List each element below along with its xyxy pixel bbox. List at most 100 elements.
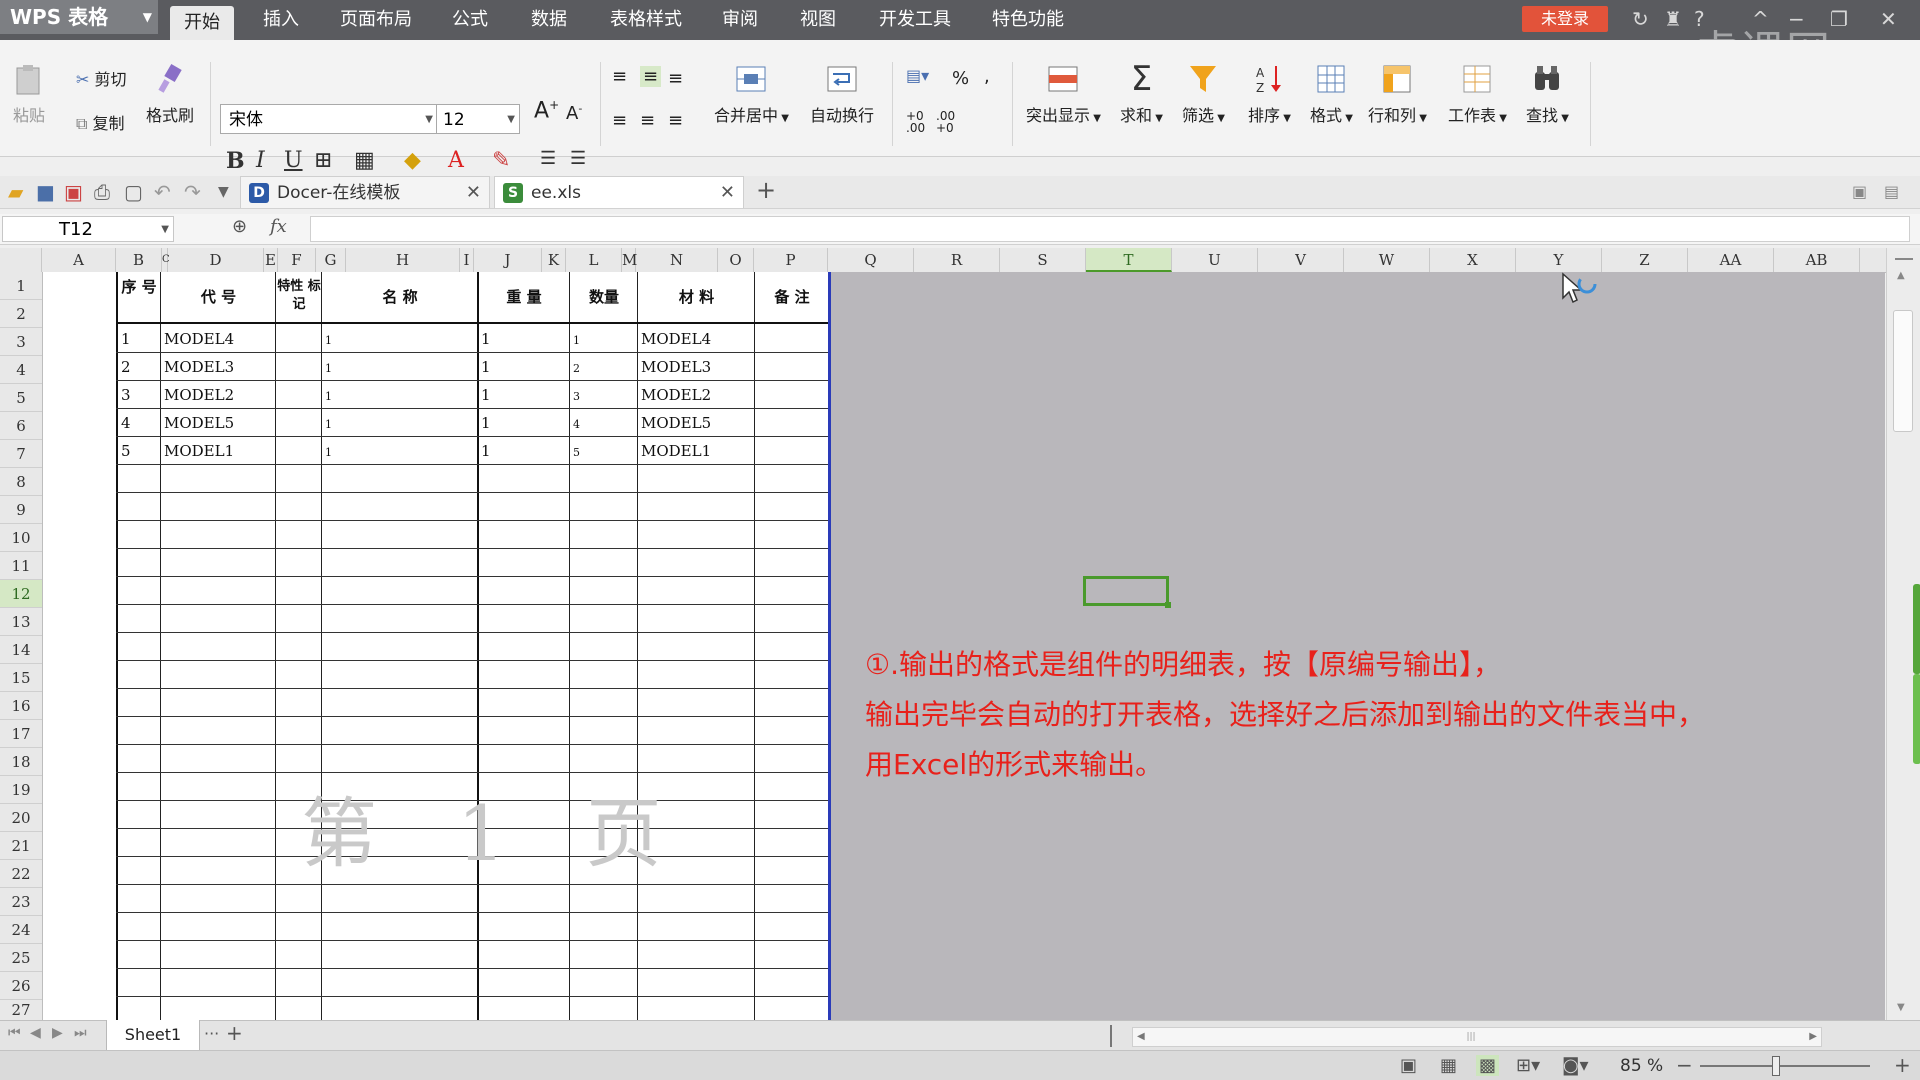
zoom-out-icon[interactable]: − [1676, 1053, 1693, 1077]
align-bottom-icon[interactable]: ≡ [668, 68, 683, 89]
filter-button[interactable]: 筛选 ▼ [1182, 62, 1225, 126]
column-header[interactable]: S [1000, 248, 1086, 272]
copy-button[interactable]: ⧉ 复制 [76, 110, 125, 134]
horizontal-scroll-thumb[interactable]: ||| [1451, 1031, 1491, 1043]
percent-button[interactable]: % [952, 68, 969, 89]
zoom-slider-knob[interactable] [1772, 1056, 1780, 1076]
row-header[interactable]: 2 [0, 300, 42, 328]
chevron-down-icon[interactable]: ▼ [218, 184, 229, 200]
row-header[interactable]: 27 [0, 1000, 42, 1020]
row-header[interactable]: 7 [0, 440, 42, 468]
column-header[interactable]: D [168, 248, 264, 272]
wrap-text-button[interactable]: 自动换行 [810, 62, 874, 126]
fill-color-icon[interactable]: ◆ [404, 148, 421, 173]
cell-weight[interactable]: 1 [481, 330, 491, 348]
cell-name[interactable]: 1 [325, 446, 332, 459]
tab-menu-icon[interactable]: ▤ [1884, 182, 1899, 201]
row-header[interactable]: 14 [0, 636, 42, 664]
indent-increase-icon[interactable]: ☰ [570, 148, 586, 169]
row-header[interactable]: 17 [0, 720, 42, 748]
column-header[interactable]: AA [1688, 248, 1774, 272]
column-header[interactable]: M [622, 248, 637, 272]
column-header[interactable]: AB [1774, 248, 1860, 272]
cell-code[interactable]: MODEL2 [164, 386, 234, 404]
first-sheet-icon[interactable]: ⏮ [8, 1025, 21, 1041]
align-left-icon[interactable]: ≡ [612, 110, 627, 131]
page-layout-view-icon[interactable]: ▦ [1440, 1055, 1457, 1076]
sheet-tab-sheet1[interactable]: Sheet1 [106, 1020, 200, 1051]
function-icon[interactable]: fx [270, 216, 287, 237]
menu-tab-page-layout[interactable]: 页面布局 [340, 0, 412, 40]
cell-name[interactable]: 1 [325, 418, 332, 431]
normal-view-icon[interactable]: ▣ [1400, 1055, 1417, 1076]
close-icon[interactable]: ✕ [720, 177, 735, 209]
decrease-decimal-icon[interactable]: .00 +0 [936, 110, 955, 134]
active-cell-T12[interactable] [1083, 576, 1171, 608]
refresh-icon[interactable]: ↻ [1632, 6, 1649, 32]
cell-material[interactable]: MODEL2 [641, 386, 711, 404]
column-header[interactable]: K [542, 248, 566, 272]
paste-button[interactable]: 粘贴 [12, 62, 46, 126]
column-header[interactable]: Q [828, 248, 914, 272]
cell-style-icon[interactable]: ▦ [354, 148, 375, 173]
reading-mode-icon[interactable]: ◙▾ [1562, 1055, 1589, 1076]
cell-qty[interactable]: 1 [573, 334, 580, 347]
window-mode-icon[interactable]: ▣ [1852, 182, 1867, 201]
row-header[interactable]: 23 [0, 888, 42, 916]
close-icon[interactable]: ✕ [466, 177, 481, 209]
print-icon[interactable]: ⎙ [94, 180, 110, 204]
align-center-icon[interactable]: ≡ [640, 110, 655, 131]
row-header[interactable]: 3 [0, 328, 42, 356]
column-header[interactable]: F [278, 248, 316, 272]
cell-material[interactable]: MODEL3 [641, 358, 711, 376]
cell-seq[interactable]: 2 [121, 358, 131, 376]
wps-app-menu[interactable]: WPS 表格 ▼ [0, 0, 158, 34]
export-pdf-icon[interactable]: ▣ [64, 180, 83, 204]
row-header[interactable]: 11 [0, 552, 42, 580]
increase-decimal-icon[interactable]: +0.00 [906, 110, 925, 134]
column-header[interactable]: B [116, 248, 162, 272]
decrease-font-icon[interactable]: A- [566, 102, 582, 124]
save-icon[interactable]: ■ [36, 180, 55, 204]
row-header[interactable]: 15 [0, 664, 42, 692]
menu-tab-review[interactable]: 审阅 [722, 0, 758, 40]
row-header[interactable]: 22 [0, 860, 42, 888]
align-right-icon[interactable]: ≡ [668, 110, 683, 131]
row-column-button[interactable]: 行和列 ▼ [1368, 62, 1427, 126]
cell-weight[interactable]: 1 [481, 386, 491, 404]
bold-button[interactable]: B [226, 148, 245, 174]
menu-tab-special[interactable]: 特色功能 [992, 0, 1064, 40]
font-name-select[interactable]: 宋体 ▼ [220, 104, 438, 134]
merge-center-button[interactable]: 合并居中 ▼ [714, 62, 789, 126]
menu-tab-insert[interactable]: 插入 [263, 0, 299, 40]
font-color-icon[interactable]: A [448, 148, 464, 173]
cell-material[interactable]: MODEL1 [641, 442, 711, 460]
add-sheet-button[interactable]: + [226, 1021, 243, 1045]
new-tab-icon[interactable]: + [756, 176, 776, 204]
format-button[interactable]: 格式 ▼ [1310, 62, 1353, 126]
more-sheets-icon[interactable]: ··· [204, 1024, 219, 1043]
fullscreen-icon[interactable]: ⊞▾ [1516, 1055, 1540, 1076]
cell-code[interactable]: MODEL5 [164, 414, 234, 432]
menu-tab-view[interactable]: 视图 [800, 0, 836, 40]
cell-weight[interactable]: 1 [481, 442, 491, 460]
cell-qty[interactable]: 4 [573, 418, 580, 431]
row-header[interactable]: 18 [0, 748, 42, 776]
thousands-separator-icon[interactable]: , [984, 66, 990, 87]
login-button[interactable]: 未登录 [1522, 6, 1608, 32]
menu-tab-home[interactable]: 开始 [170, 6, 234, 40]
tab-docer[interactable]: D Docer-在线模板 ✕ [240, 176, 490, 208]
name-box[interactable]: T12 ▼ [2, 216, 174, 242]
cell-seq[interactable]: 1 [121, 330, 131, 348]
column-header[interactable]: X [1430, 248, 1516, 272]
sort-button[interactable]: AZ 排序 ▼ [1248, 62, 1291, 126]
align-middle-icon[interactable]: ≡ [640, 66, 662, 87]
redo-icon[interactable]: ↷ [184, 180, 201, 204]
vertical-scroll-thumb[interactable] [1893, 310, 1913, 432]
find-button[interactable]: 查找 ▼ [1526, 62, 1569, 126]
row-header[interactable]: 1 [0, 272, 42, 300]
cell-qty[interactable]: 3 [573, 390, 580, 403]
cell-qty[interactable]: 2 [573, 362, 580, 375]
row-header[interactable]: 25 [0, 944, 42, 972]
menu-tab-developer[interactable]: 开发工具 [879, 0, 951, 40]
